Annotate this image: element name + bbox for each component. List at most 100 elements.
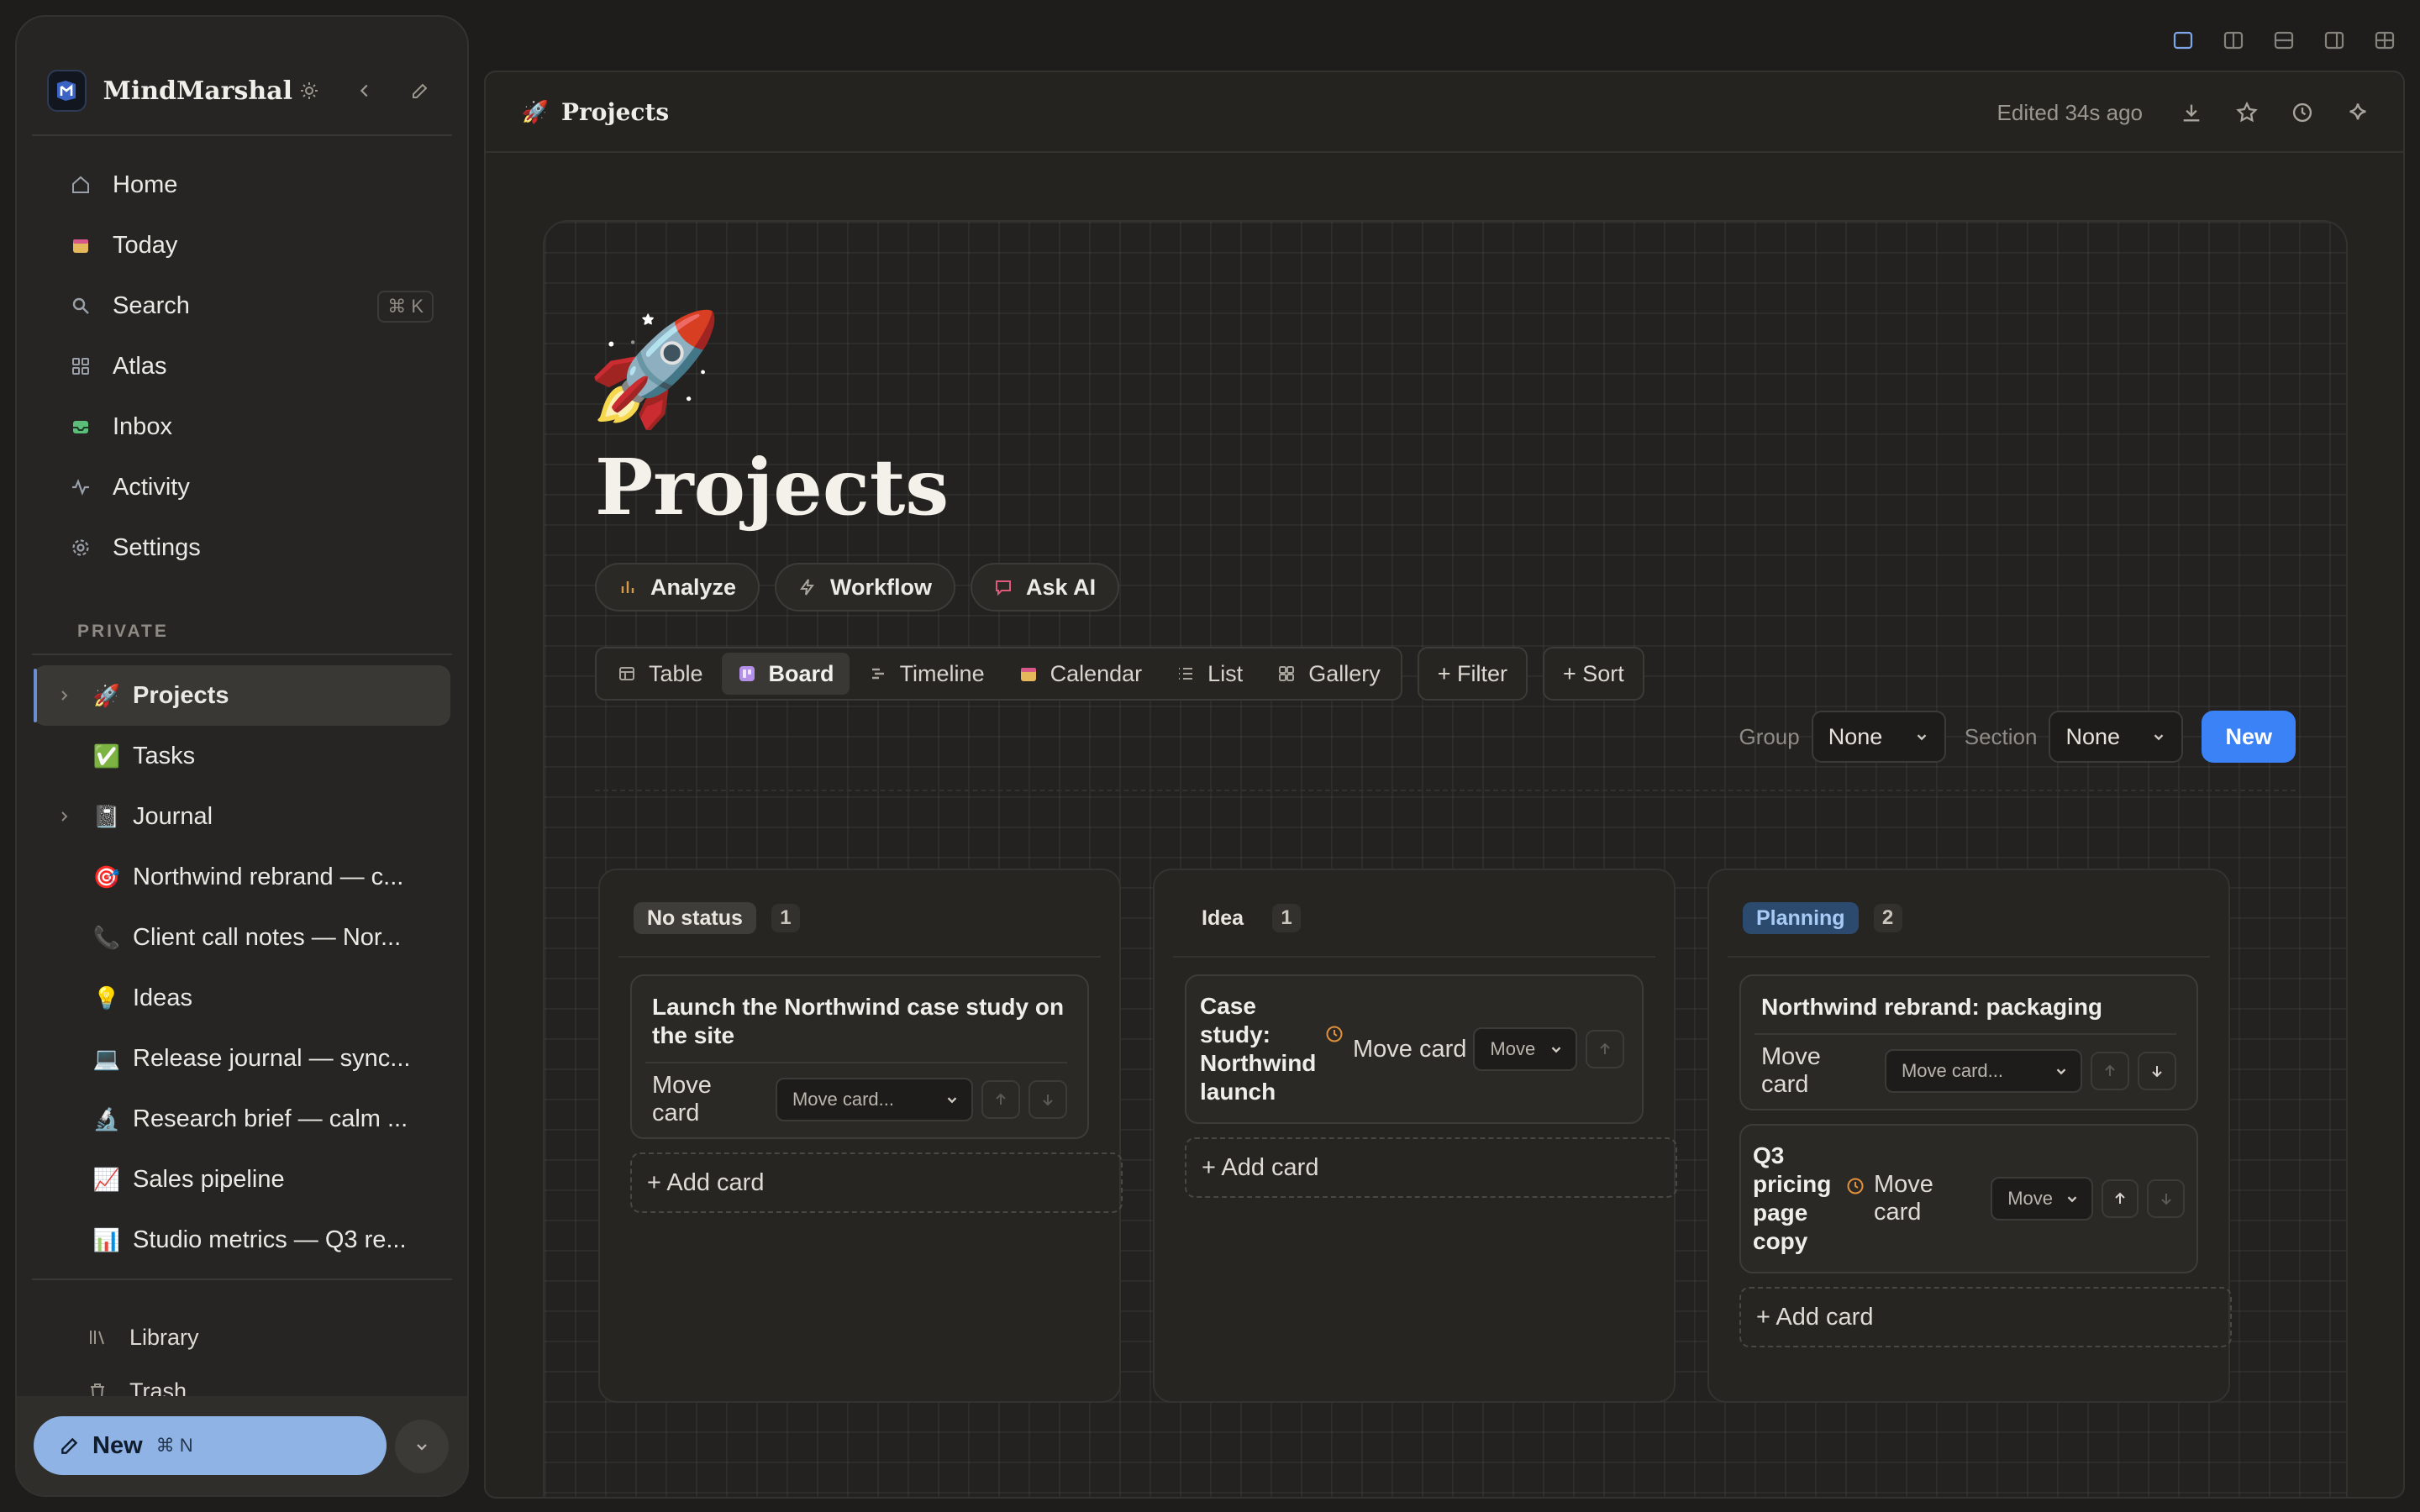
board-card[interactable]: Case study: Northwind launch Move card M…	[1185, 974, 1644, 1124]
sidebar-page-client-call-notes[interactable]: 📞 Client call notes — Nor...	[34, 907, 450, 968]
sidebar-page-northwind-rebrand[interactable]: 🎯 Northwind rebrand — c...	[34, 847, 450, 907]
move-card-select[interactable]: Move	[1991, 1177, 2093, 1221]
layout-toggles	[2166, 24, 2402, 57]
split-horizontal-icon[interactable]	[2267, 24, 2301, 57]
board-card[interactable]: Q3 pricing page copy Move card Move	[1739, 1124, 2198, 1273]
page-title[interactable]: Projects	[595, 442, 949, 533]
move-card-select[interactable]: Move card...	[775, 1078, 974, 1121]
view-tab-board[interactable]: Board	[721, 653, 850, 695]
history-icon[interactable]	[2291, 101, 2314, 124]
sidebar-page-research-brief[interactable]: 🔬 Research brief — calm ...	[34, 1089, 450, 1149]
page-emoji-icon: 💻	[92, 1045, 121, 1071]
single-pane-icon[interactable]	[2166, 24, 2200, 57]
compose-icon[interactable]	[403, 74, 437, 108]
page-emoji-icon: 🚀	[92, 682, 121, 708]
move-down-button[interactable]	[1028, 1080, 1067, 1119]
chevron-right-icon[interactable]	[54, 685, 74, 706]
calendar-icon	[69, 234, 92, 257]
move-up-button[interactable]	[981, 1080, 1021, 1119]
sort-button[interactable]: + Sort	[1543, 647, 1644, 701]
move-up-button[interactable]	[1586, 1030, 1625, 1068]
sidebar-footer: New ⌘ N	[17, 1396, 467, 1495]
sidebar-page-journal[interactable]: 📓 Journal	[34, 786, 450, 847]
sidebar-page-studio-metrics[interactable]: 📊 Studio metrics — Q3 re...	[34, 1210, 450, 1270]
workflow-button[interactable]: Workflow	[775, 563, 956, 612]
card-title: Case study: Northwind launch	[1200, 993, 1317, 1105]
library-icon	[86, 1326, 109, 1349]
gear-icon	[69, 536, 92, 559]
view-tab-calendar[interactable]: Calendar	[1003, 653, 1158, 695]
add-card-button[interactable]: + Add card	[630, 1152, 1123, 1213]
page-canvas: 🚀 Projects Analyze Workflow Ask AI Table	[543, 220, 2348, 1497]
analyze-button[interactable]: Analyze	[595, 563, 760, 612]
move-card-label: Move card	[1873, 1171, 1933, 1226]
chevron-right-icon[interactable]	[54, 806, 74, 827]
move-down-button[interactable]	[2138, 1052, 2176, 1090]
sidebar-page-projects[interactable]: 🚀 Projects	[34, 665, 450, 726]
nav-label: Home	[113, 171, 178, 198]
move-down-button[interactable]	[2147, 1179, 2185, 1218]
side-panel-icon[interactable]	[2317, 24, 2351, 57]
group-select[interactable]: None	[1811, 711, 1946, 763]
status-tag: Planning	[1743, 902, 1859, 934]
chevron-down-icon	[1549, 1042, 1564, 1057]
column-count: 2	[1873, 904, 1902, 932]
column-divider	[1173, 956, 1655, 958]
download-icon[interactable]	[2180, 101, 2203, 124]
nav-item-home[interactable]: Home	[34, 155, 450, 215]
nav-item-activity[interactable]: Activity	[34, 457, 450, 517]
column-divider	[1728, 956, 2210, 958]
section-label: Section	[1964, 723, 2038, 749]
board-card[interactable]: Northwind rebrand: packaging Move card M…	[1739, 974, 2198, 1110]
move-card-value: Move card...	[792, 1089, 894, 1110]
card-title: Q3 pricing page copy	[1753, 1142, 1832, 1254]
section-select[interactable]: None	[2049, 711, 2184, 763]
new-options-button[interactable]	[395, 1420, 449, 1473]
nav-label: Atlas	[113, 352, 167, 380]
filter-button[interactable]: + Filter	[1417, 647, 1528, 701]
split-vertical-icon[interactable]	[2217, 24, 2250, 57]
view-label: Calendar	[1050, 660, 1143, 686]
new-record-button[interactable]: New	[2202, 711, 2296, 763]
sidebar-page-release-journal[interactable]: 💻 Release journal — sync...	[34, 1028, 450, 1089]
view-tab-gallery[interactable]: Gallery	[1261, 653, 1396, 695]
page-icon[interactable]: 🚀	[587, 314, 723, 423]
activity-icon	[69, 475, 92, 499]
view-tab-list[interactable]: List	[1160, 653, 1258, 695]
add-card-button[interactable]: + Add card	[1739, 1287, 2232, 1347]
board-icon	[737, 664, 757, 684]
sidebar-page-tasks[interactable]: ✅ Tasks	[34, 726, 450, 786]
move-up-button[interactable]	[2101, 1179, 2139, 1218]
add-card-button[interactable]: + Add card	[1185, 1137, 1677, 1198]
nav-item-atlas[interactable]: Atlas	[34, 336, 450, 396]
view-tab-timeline[interactable]: Timeline	[853, 653, 1000, 695]
nav-item-search[interactable]: Search ⌘ K	[34, 276, 450, 336]
nav-item-settings[interactable]: Settings	[34, 517, 450, 578]
nav-item-today[interactable]: Today	[34, 215, 450, 276]
chevron-down-icon	[413, 1438, 430, 1455]
new-button-label: New	[92, 1431, 143, 1459]
arrow-down-icon	[2158, 1190, 2175, 1207]
sidebar-page-ideas[interactable]: 💡 Ideas	[34, 968, 450, 1028]
nav-item-library[interactable]: Library	[34, 1310, 450, 1364]
star-icon[interactable]	[2235, 101, 2259, 124]
quad-pane-icon[interactable]	[2368, 24, 2402, 57]
move-card-select[interactable]: Move	[1473, 1027, 1578, 1071]
view-label: Table	[649, 660, 703, 686]
ask-ai-button[interactable]: Ask AI	[971, 563, 1120, 612]
new-page-button[interactable]: New ⌘ N	[34, 1416, 387, 1475]
board-column-planning: Planning 2 Northwind rebrand: packaging …	[1707, 869, 2232, 1403]
move-up-button[interactable]	[2091, 1052, 2130, 1090]
nav-item-inbox[interactable]: Inbox	[34, 396, 450, 457]
chevron-down-icon	[2054, 1063, 2069, 1079]
main-panel: 🚀 Projects Edited 34s ago 🚀 Projects Ana…	[484, 71, 2405, 1499]
theme-toggle-icon[interactable]	[292, 74, 326, 108]
sparkle-icon[interactable]	[2346, 101, 2370, 124]
board-card[interactable]: Launch the Northwind case study on the s…	[630, 974, 1089, 1139]
sidebar-page-sales-pipeline[interactable]: 📈 Sales pipeline	[34, 1149, 450, 1210]
view-tab-table[interactable]: Table	[602, 653, 718, 695]
collapse-sidebar-icon[interactable]	[348, 74, 381, 108]
sidebar-divider	[32, 1278, 452, 1280]
move-card-select[interactable]: Move card...	[1884, 1049, 2083, 1093]
page-emoji-icon: 📈	[92, 1166, 121, 1192]
